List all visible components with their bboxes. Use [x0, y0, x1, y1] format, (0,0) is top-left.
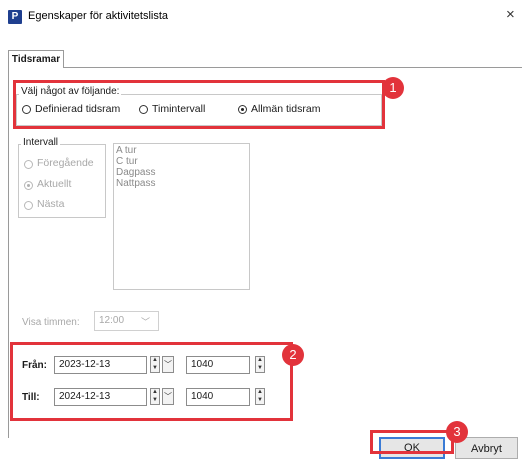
annotation-badge-2: 2	[282, 344, 304, 366]
show-hour-label: Visa timmen:	[22, 317, 80, 328]
radio-current-label[interactable]: Aktuellt	[37, 178, 71, 190]
radio-next[interactable]	[24, 201, 33, 210]
list-item[interactable]: Dagpass	[116, 167, 155, 178]
list-item[interactable]: C tur	[116, 156, 138, 167]
close-icon[interactable]: ×	[506, 7, 515, 23]
show-hour-value: 12:00	[99, 315, 125, 326]
radio-next-label[interactable]: Nästa	[37, 198, 64, 210]
tab-tidsramar[interactable]: Tidsramar	[8, 50, 64, 68]
highlight-box-2	[10, 342, 293, 421]
cancel-button[interactable]: Avbryt	[455, 437, 518, 459]
list-item[interactable]: A tur	[116, 145, 137, 156]
highlight-box-3	[370, 430, 454, 454]
show-hour-select[interactable]: 12:00 ﹀	[94, 311, 159, 331]
radio-previous[interactable]	[24, 160, 33, 169]
list-item[interactable]: Nattpass	[116, 178, 155, 189]
annotation-badge-1: 1	[382, 77, 404, 99]
interval-group-legend: Intervall	[21, 137, 61, 148]
radio-current[interactable]	[24, 181, 33, 190]
highlight-box-1	[13, 80, 385, 129]
app-icon: P	[8, 10, 22, 24]
chevron-down-icon: ﹀	[141, 317, 151, 327]
annotation-badge-3: 3	[446, 421, 468, 443]
shift-listbox[interactable]: A tur C tur Dagpass Nattpass	[113, 143, 250, 290]
radio-previous-label[interactable]: Föregående	[37, 157, 94, 169]
window-title: Egenskaper för aktivitetslista	[28, 10, 169, 22]
